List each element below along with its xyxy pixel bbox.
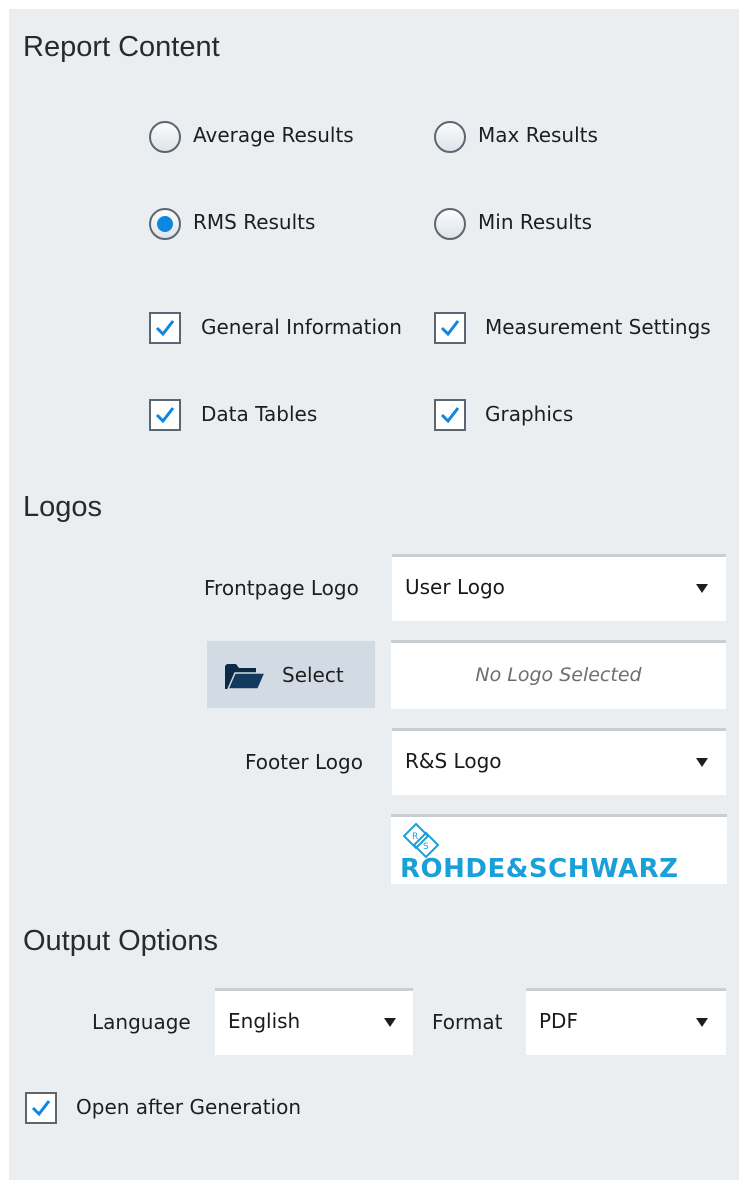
format-label: Format bbox=[432, 1010, 503, 1034]
footer-logo-preview: R S ROHDE&SCHWARZ bbox=[391, 814, 727, 884]
checkbox-graphics[interactable]: Graphics bbox=[434, 398, 664, 438]
checkmark-icon bbox=[440, 320, 460, 337]
dropdown-arrow-icon bbox=[696, 1018, 708, 1027]
radio-button[interactable] bbox=[434, 208, 466, 240]
radio-selected-dot bbox=[157, 216, 173, 232]
dropdown-arrow-icon bbox=[696, 584, 708, 593]
dropdown-value: English bbox=[228, 1009, 301, 1033]
checkbox-measurement-settings[interactable]: Measurement Settings bbox=[434, 311, 734, 351]
svg-text:R: R bbox=[412, 832, 418, 842]
checkbox[interactable] bbox=[434, 399, 466, 431]
footer-logo-label: Footer Logo bbox=[245, 750, 363, 774]
checkbox-label: Data Tables bbox=[201, 402, 318, 426]
frontpage-logo-label: Frontpage Logo bbox=[204, 576, 359, 600]
report-settings-panel: Report Content Average Results Max Resul… bbox=[9, 9, 739, 1180]
checkbox-open-after-generation[interactable]: Open after Generation bbox=[25, 1091, 355, 1131]
radio-label: Max Results bbox=[478, 123, 598, 147]
dropdown-value: User Logo bbox=[405, 575, 505, 599]
checkbox[interactable] bbox=[25, 1092, 57, 1124]
checkbox-label: Measurement Settings bbox=[485, 315, 711, 339]
dropdown-arrow-icon bbox=[696, 758, 708, 767]
checkmark-icon bbox=[440, 407, 460, 424]
radio-button-selected[interactable] bbox=[149, 208, 181, 240]
checkbox-label: Graphics bbox=[485, 402, 574, 426]
radio-button[interactable] bbox=[149, 121, 181, 153]
radio-max-results[interactable]: Max Results bbox=[434, 119, 664, 159]
section-title-report-content: Report Content bbox=[23, 31, 220, 63]
folder-open-icon bbox=[225, 664, 266, 690]
svg-text:S: S bbox=[423, 842, 429, 852]
rohde-schwarz-wordmark: ROHDE&SCHWARZ bbox=[400, 854, 679, 884]
checkmark-icon bbox=[155, 407, 175, 424]
checkbox[interactable] bbox=[434, 312, 466, 344]
dropdown-value: PDF bbox=[539, 1009, 578, 1033]
format-dropdown[interactable]: PDF bbox=[526, 988, 726, 1055]
checkmark-icon bbox=[155, 320, 175, 337]
select-button-label: Select bbox=[282, 663, 344, 687]
radio-label: Min Results bbox=[478, 210, 593, 234]
radio-min-results[interactable]: Min Results bbox=[434, 206, 664, 246]
selected-logo-field: No Logo Selected bbox=[391, 640, 726, 709]
language-label: Language bbox=[92, 1010, 191, 1034]
checkbox[interactable] bbox=[149, 312, 181, 344]
select-logo-button[interactable]: Select bbox=[207, 641, 375, 708]
section-title-output-options: Output Options bbox=[23, 925, 219, 957]
radio-label: RMS Results bbox=[193, 210, 316, 234]
checkbox-label: General Information bbox=[201, 315, 402, 339]
radio-average-results[interactable]: Average Results bbox=[149, 119, 379, 159]
radio-rms-results[interactable]: RMS Results bbox=[149, 206, 379, 246]
frontpage-logo-dropdown[interactable]: User Logo bbox=[392, 554, 726, 621]
section-title-logos: Logos bbox=[23, 491, 103, 523]
dropdown-value: R&S Logo bbox=[405, 749, 502, 773]
checkbox-label: Open after Generation bbox=[76, 1095, 302, 1119]
footer-logo-dropdown[interactable]: R&S Logo bbox=[392, 728, 726, 795]
checkbox-general-information[interactable]: General Information bbox=[149, 311, 419, 351]
radio-label: Average Results bbox=[193, 123, 354, 147]
checkbox[interactable] bbox=[149, 399, 181, 431]
checkmark-icon bbox=[31, 1100, 51, 1117]
radio-button[interactable] bbox=[434, 121, 466, 153]
dropdown-arrow-icon bbox=[384, 1018, 396, 1027]
no-logo-selected-text: No Logo Selected bbox=[475, 664, 642, 686]
language-dropdown[interactable]: English bbox=[215, 988, 413, 1055]
checkbox-data-tables[interactable]: Data Tables bbox=[149, 398, 379, 438]
